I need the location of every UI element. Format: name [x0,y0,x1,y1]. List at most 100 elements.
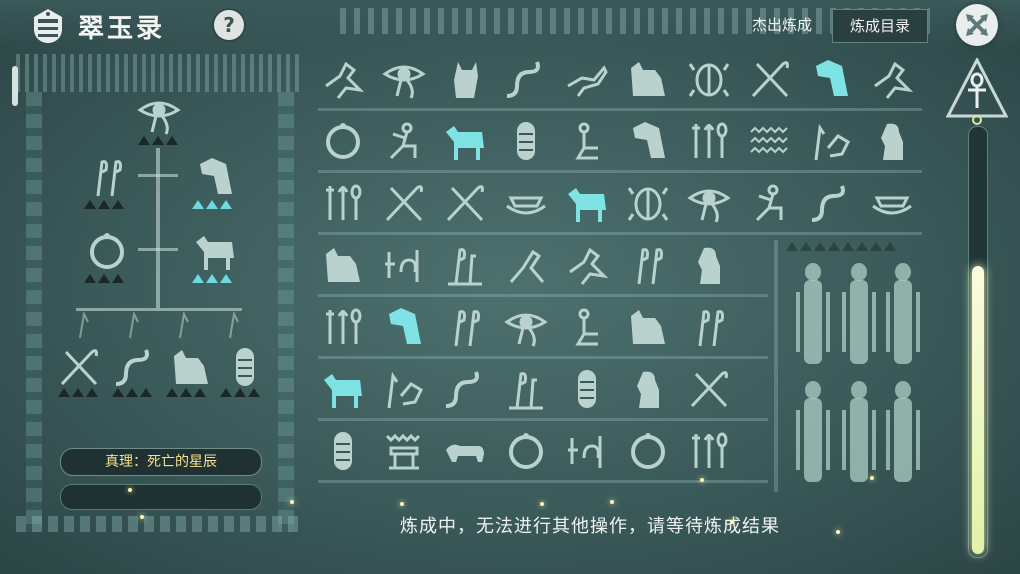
eye-of-horus-icon [136,92,182,138]
seated-figure-glyph[interactable] [381,118,427,164]
anubis-glyph[interactable] [320,242,366,288]
scroll-handle[interactable] [12,66,18,106]
kneeling-glyph[interactable] [564,304,610,350]
water-glyph[interactable] [747,118,793,164]
ring-glyph[interactable] [503,428,549,474]
bird-glyph[interactable] [869,56,915,102]
row-divider [318,356,768,359]
ankh-icon [946,58,1008,125]
row-divider [318,418,768,421]
tools-glyph[interactable] [320,180,366,226]
sparkle [610,500,614,504]
crook-glyph[interactable] [442,180,488,226]
baboon-glyph[interactable] [686,242,732,288]
reed-pair-glyph[interactable] [442,304,488,350]
bull-icon [192,228,238,274]
bull-glyph-highlighted[interactable] [442,118,488,164]
jackal-head-glyph-highlighted[interactable] [808,56,854,102]
tools-glyph[interactable] [320,304,366,350]
close-button[interactable] [956,4,998,46]
crook-glyph[interactable] [381,180,427,226]
row-divider [318,232,922,235]
tools-glyph[interactable] [686,118,732,164]
standing-mummy-figure [794,262,832,372]
cat-glyph[interactable] [442,56,488,102]
serpent-glyph[interactable] [503,56,549,102]
bull-glyph-highlighted[interactable] [320,366,366,412]
tools-glyph[interactable] [686,428,732,474]
boat-glyph[interactable] [869,180,915,226]
page-title: 翠玉录 [78,14,166,44]
anubis-glyph[interactable] [625,56,671,102]
reed-pair-icon [84,154,130,200]
tier-marks [192,274,232,283]
baboon-glyph[interactable] [869,118,915,164]
ring-glyph[interactable] [320,118,366,164]
serpent-glyph[interactable] [808,180,854,226]
sparkle [140,515,144,519]
seated-figure-glyph[interactable] [747,180,793,226]
standing-mummy-figure [884,380,922,490]
sparkle [540,502,544,506]
mummy-glyph[interactable] [564,366,610,412]
reed-pair-glyph[interactable] [625,242,671,288]
serpent-glyph[interactable] [442,366,488,412]
lion-glyph[interactable] [442,428,488,474]
sparkle [730,520,734,524]
outstanding-synthesis-link[interactable]: 杰出炼成 [752,14,812,35]
reed-frieze [70,310,270,340]
symbol-glyph[interactable] [564,428,610,474]
tree-trunk-line [156,148,160,308]
heron-glyph[interactable] [503,242,549,288]
row-divider [318,108,922,111]
progress-meter [946,58,1008,558]
jackal-head-glyph[interactable] [625,118,671,164]
baboon-glyph[interactable] [625,366,671,412]
eye-glyph[interactable] [381,56,427,102]
divider-line [774,240,778,492]
sparkle [128,488,132,492]
close-icon [966,14,988,36]
tier-marks [192,200,232,209]
altar-glyph[interactable] [381,428,427,474]
standing-mummy-figure [840,262,878,372]
anubis-icon [168,344,214,390]
crook-glyph[interactable] [686,366,732,412]
sparkle [290,500,294,504]
scarab-glyph[interactable] [686,56,732,102]
standing-mummy-figure [884,262,922,372]
anubis-glyph[interactable] [625,304,671,350]
sparkle [700,478,704,482]
mummy-glyph[interactable] [320,428,366,474]
ring-glyph[interactable] [625,428,671,474]
kneeling-glyph[interactable] [564,118,610,164]
reed-pair-glyph[interactable] [686,304,732,350]
reed-bird-glyph[interactable] [381,366,427,412]
bull-glyph-highlighted[interactable] [564,180,610,226]
eye-glyph[interactable] [686,180,732,226]
meter-fill [972,266,984,554]
jackal-head-glyph-highlighted[interactable] [381,304,427,350]
synthesis-catalog-button[interactable]: 炼成目录 [832,9,928,43]
ring-icon [84,228,130,274]
symbol-glyph[interactable] [381,242,427,288]
mummy-glyph[interactable] [503,118,549,164]
reed-glyph[interactable] [442,242,488,288]
panel-column-left [26,92,42,532]
reed-bird-glyph[interactable] [808,118,854,164]
status-text: 炼成中，无法进行其他操作，请等待炼成结果 [400,516,780,537]
reed-glyph[interactable] [503,366,549,412]
eye-glyph[interactable] [503,304,549,350]
ibis-glyph[interactable] [564,56,610,102]
panel-column-right [278,92,294,532]
tree-branch-line [138,248,178,251]
bird-glyph[interactable] [564,242,610,288]
scarab-glyph[interactable] [625,180,671,226]
boat-glyph[interactable] [503,180,549,226]
crook-glyph[interactable] [747,56,793,102]
tier-marks [786,242,896,251]
bird-glyph[interactable] [320,56,366,102]
jackal-head-icon [192,154,238,200]
tier-marks [84,274,124,283]
help-button[interactable]: ? [214,10,244,40]
